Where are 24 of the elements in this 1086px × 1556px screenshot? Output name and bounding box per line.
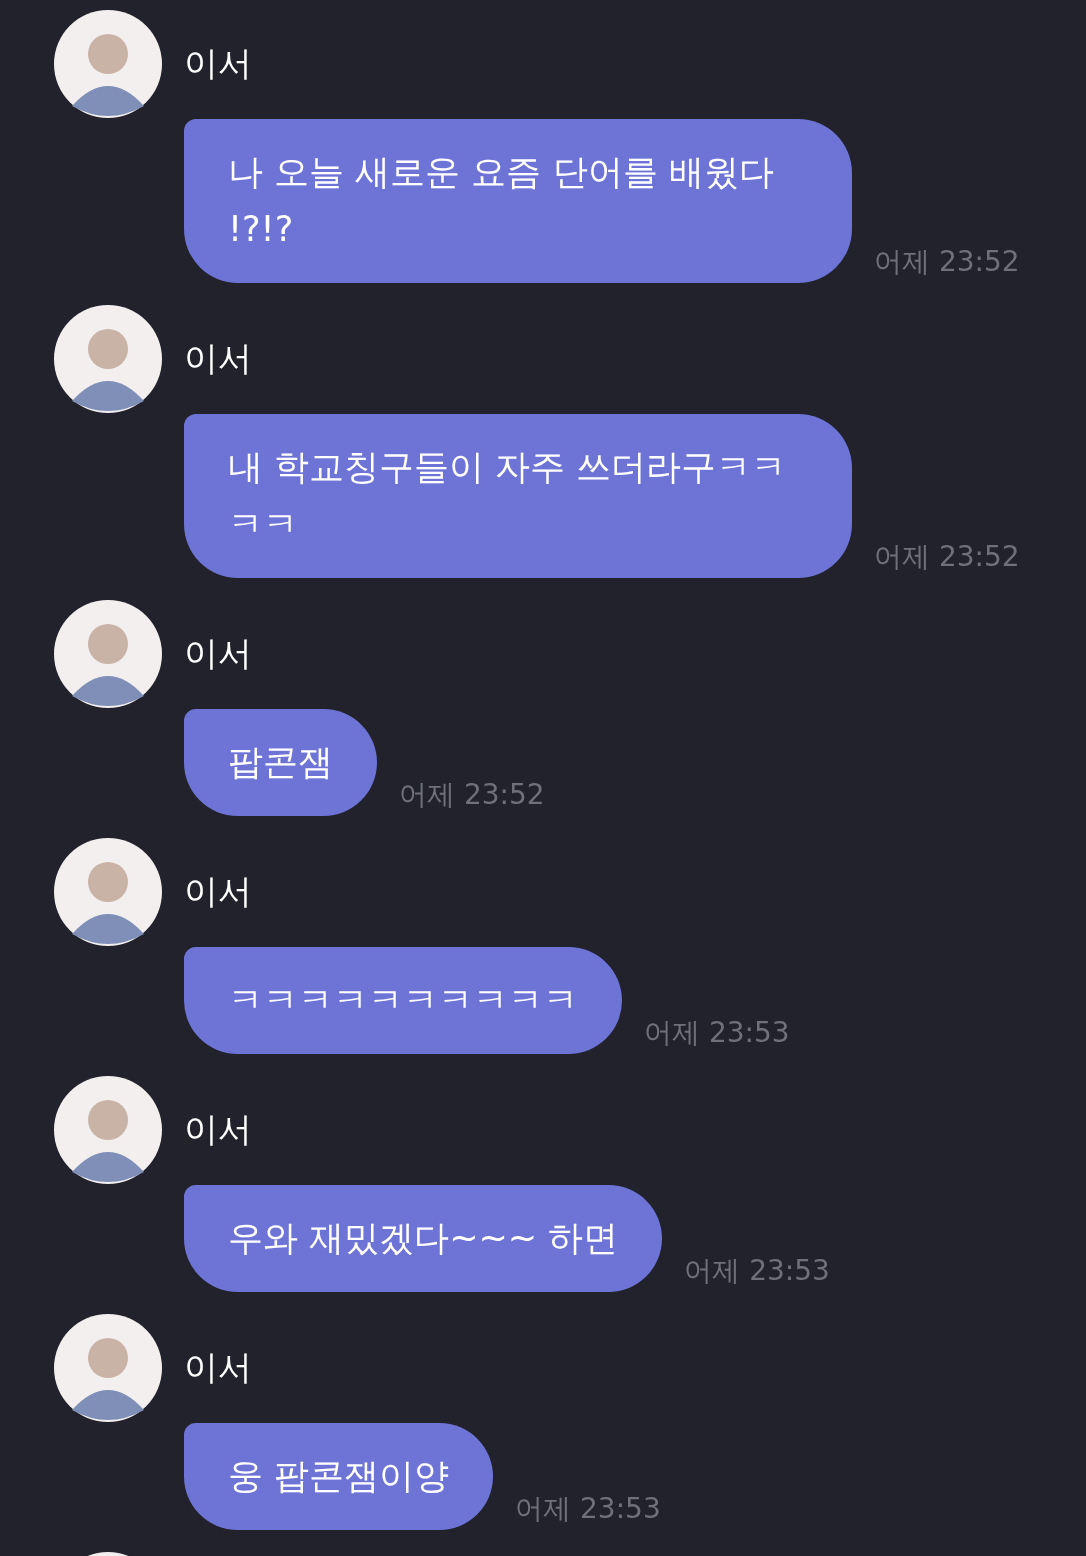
message-time: 어제 23:53 [684, 1253, 830, 1289]
avatar-icon[interactable] [54, 1314, 162, 1422]
avatar-icon[interactable] [54, 838, 162, 946]
sender-name: 이서 [184, 337, 252, 380]
message-bubble: 팝콘잼 [184, 709, 377, 816]
avatar-icon[interactable] [54, 600, 162, 708]
avatar-icon[interactable] [54, 10, 162, 118]
avatar-icon[interactable] [54, 1076, 162, 1184]
message-bubble: ㅋㅋㅋㅋㅋㅋㅋㅋㅋㅋ [184, 947, 622, 1054]
message-bubble: 웅 팝콘잼이양 [184, 1423, 494, 1530]
message-bubble: 내 학교칭구들이 자주 쓰더라구ㅋㅋㅋㅋ [184, 414, 852, 578]
message-time: 어제 23:52 [399, 777, 545, 813]
sender-name: 이서 [184, 870, 252, 913]
sender-name: 이서 [184, 632, 252, 675]
avatar-icon[interactable] [54, 305, 162, 413]
sender-name: 이서 [184, 42, 252, 85]
message-bubble: 우와 재밌겠다~~~ 하면 [184, 1185, 663, 1292]
message-time: 어제 23:52 [874, 539, 1020, 575]
message-time: 어제 23:52 [874, 244, 1020, 280]
sender-name: 이서 [184, 1346, 252, 1389]
message-bubble: 나 오늘 새로운 요즘 단어를 배웠다 !?!? [184, 119, 852, 283]
message-time: 어제 23:53 [515, 1491, 661, 1527]
sender-name: 이서 [184, 1108, 252, 1151]
message-time: 어제 23:53 [644, 1015, 790, 1051]
